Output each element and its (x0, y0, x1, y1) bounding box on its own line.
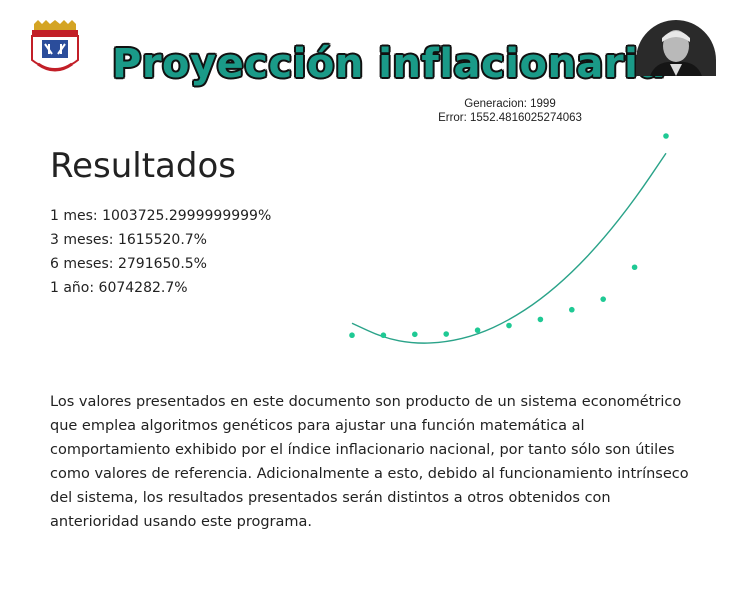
data-point (506, 322, 512, 329)
data-point (663, 133, 669, 139)
university-logo (31, 20, 79, 72)
data-point (569, 306, 575, 313)
data-point (537, 316, 544, 323)
data-point (380, 332, 387, 339)
results-heading: Resultados (50, 146, 236, 186)
data-point (412, 331, 418, 338)
result-1-year: 1 año: 6074282.7% (50, 280, 188, 296)
page-title: Proyección inflacionaria (112, 40, 666, 87)
data-point (474, 327, 481, 334)
page-header: Proyección inflacionaria (0, 0, 746, 92)
generation-label: Generacion: 1999 (464, 98, 555, 110)
portrait-image (636, 20, 716, 76)
data-point (349, 332, 355, 339)
results-list: 1 mes: 1003725.2999999999% 3 meses: 1615… (50, 204, 271, 300)
data-point (631, 264, 638, 271)
fit-curve (351, 152, 667, 344)
result-3-months: 3 meses: 1615520.7% (50, 232, 207, 248)
disclaimer-text: Los valores presentados en este document… (50, 394, 689, 530)
error-label: Error: 1552.4816025274063 (438, 112, 582, 124)
data-point (600, 296, 606, 302)
result-6-months: 6 meses: 2791650.5% (50, 256, 207, 272)
data-point (443, 331, 449, 337)
projection-chart: Generacion: 1999 Error: 1552.48160252740… (349, 98, 669, 344)
result-1-month: 1 mes: 1003725.2999999999% (50, 208, 272, 224)
